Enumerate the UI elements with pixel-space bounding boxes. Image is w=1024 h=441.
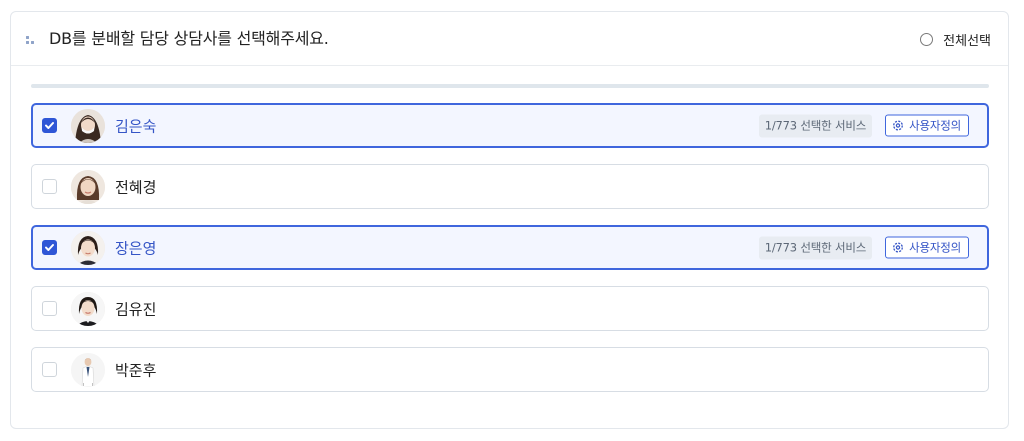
counselor-row[interactable]: 김은숙 1/773 선택한 서비스 사용자정의: [31, 103, 989, 148]
custom-settings-button[interactable]: 사용자정의: [885, 236, 969, 259]
service-count-badge: 1/773 선택한 서비스: [758, 114, 873, 137]
counselor-row[interactable]: 김유진: [31, 286, 989, 331]
counselor-checkbox[interactable]: [42, 118, 57, 133]
gear-icon: [892, 242, 904, 254]
counselor-row[interactable]: 전혜경: [31, 164, 989, 209]
select-all-toggle[interactable]: 전체선택: [920, 28, 991, 50]
counselor-name: 전혜경: [115, 178, 157, 196]
avatar: [71, 291, 105, 326]
custom-settings-button[interactable]: 사용자정의: [885, 114, 969, 137]
avatar: [71, 169, 105, 204]
counselor-row[interactable]: 박준후: [31, 347, 989, 392]
counselor-name: 장은영: [115, 239, 157, 257]
service-count-badge: 1/773 선택한 서비스: [758, 236, 873, 259]
counselor-checkbox[interactable]: [42, 240, 57, 255]
counselor-checkbox[interactable]: [42, 362, 57, 377]
counselor-checkbox[interactable]: [42, 301, 57, 316]
counselor-name: 박준후: [115, 361, 157, 379]
counselor-list: 김은숙 1/773 선택한 서비스 사용자정의 전혜경 장은영 1/773 선택…: [31, 103, 989, 408]
custom-settings-label: 사용자정의: [909, 240, 961, 255]
avatar: [71, 352, 105, 387]
row-actions: 1/773 선택한 서비스 사용자정의: [758, 114, 969, 137]
gear-icon: [892, 120, 904, 132]
page-title: DB를 분배할 담당 상담사를 선택해주세요.: [49, 29, 329, 48]
counselor-row[interactable]: 장은영 1/773 선택한 서비스 사용자정의: [31, 225, 989, 270]
counselor-select-panel: DB를 분배할 담당 상담사를 선택해주세요. 전체선택 김은숙 1/773 선…: [10, 11, 1009, 429]
custom-settings-label: 사용자정의: [909, 118, 961, 133]
avatar: [71, 108, 105, 143]
grip-icon: [26, 36, 36, 46]
progress-bar: [31, 84, 989, 88]
counselor-checkbox[interactable]: [42, 179, 57, 194]
select-all-radio[interactable]: [920, 32, 934, 46]
counselor-name: 김은숙: [115, 117, 157, 135]
panel-header: DB를 분배할 담당 상담사를 선택해주세요. 전체선택: [11, 12, 1008, 66]
avatar: [71, 230, 105, 265]
select-all-label: 전체선택: [943, 33, 991, 49]
counselor-name: 김유진: [115, 300, 157, 318]
row-actions: 1/773 선택한 서비스 사용자정의: [758, 236, 969, 259]
